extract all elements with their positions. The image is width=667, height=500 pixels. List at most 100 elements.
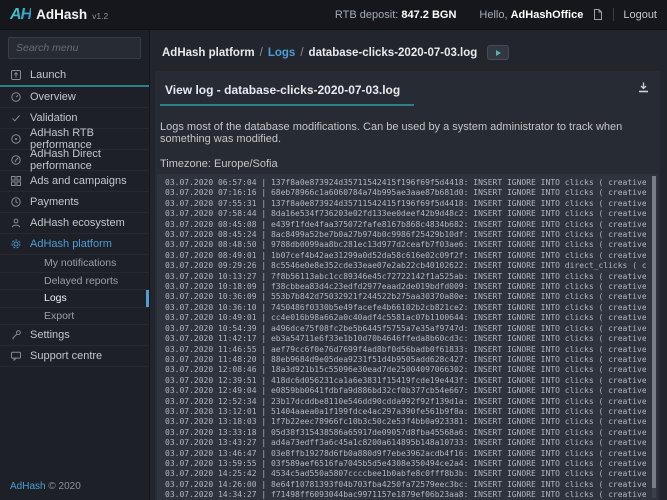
- sidebar-item-overview[interactable]: Overview: [0, 87, 149, 108]
- sidebar-footer: AdHash © 2020: [10, 481, 81, 492]
- log-lines: 03.07.2020 06:57:04 | 137f8a0e873924d357…: [165, 178, 646, 500]
- topbar: AH AdHash v1.2 RTB deposit: 847.2 BGN He…: [0, 0, 667, 30]
- log-line: 03.07.2020 12:49:04 | e0859bb0641fdbfa9d…: [165, 386, 646, 396]
- log-line: 03.07.2020 10:49:01 | cc4e016b98a662a0c4…: [165, 313, 646, 323]
- log-line: 03.07.2020 12:52:34 | 23b17dcddbe8110e54…: [165, 397, 646, 407]
- log-line: 03.07.2020 11:48:20 | 88eb9684d9e05dea92…: [165, 355, 646, 365]
- sidebar-item-validation[interactable]: Validation: [0, 108, 149, 129]
- breadcrumb-current-file: database-clicks-2020-07-03.log: [309, 47, 478, 59]
- log-line: 03.07.2020 12:08:46 | 18a3d921b15c55096e…: [165, 365, 646, 375]
- log-line: 03.07.2020 13:43:27 | ad4a73edff3a6c45a1…: [165, 438, 646, 448]
- sidebar-item-adhash-ecosystem[interactable]: AdHash ecosystem: [0, 213, 149, 234]
- play-icon: [496, 50, 501, 56]
- timezone-label: Timezone:: [160, 158, 211, 170]
- sidebar-item-ads-and-campaigns[interactable]: Ads and campaigns: [0, 171, 149, 192]
- platform-icon: [10, 238, 22, 250]
- validation-icon: [10, 112, 22, 124]
- sidebar-item-label: Validation: [30, 112, 78, 124]
- log-line: 03.07.2020 09:29:26 | 8c5546e0e8e352cde3…: [165, 261, 646, 271]
- log-line: 03.07.2020 13:46:47 | 03e8ffb19278d6fb0a…: [165, 449, 646, 459]
- log-line: 03.07.2020 08:48:50 | 9788db0099aa8bc281…: [165, 240, 646, 250]
- page-title: View log - database-clicks-2020-07-03.lo…: [160, 83, 414, 106]
- ads-campaigns-icon: [10, 175, 22, 187]
- log-line: 03.07.2020 11:42:17 | eb3a54711e6f33e1b1…: [165, 334, 646, 344]
- sidebar-item-label: Support centre: [30, 350, 102, 362]
- sidebar-item-support-centre[interactable]: Support centre: [0, 346, 149, 367]
- launch-icon: [10, 69, 22, 81]
- log-line: 03.07.2020 07:58:44 | 8da16e534f736203e0…: [165, 209, 646, 219]
- sidebar-item-label: AdHash ecosystem: [30, 217, 125, 229]
- log-line: 03.07.2020 10:36:09 | 553b7b842d75032921…: [165, 292, 646, 302]
- sidebar-item-label: AdHash platform: [30, 238, 112, 250]
- ecosystem-icon: [10, 217, 22, 229]
- sidebar-item-adhash-direct-performance[interactable]: AdHash Direct performance: [0, 150, 149, 171]
- sidebar: Launch Overview Validation AdHash RTB perfo…: [0, 30, 150, 500]
- rtb-deposit: RTB deposit: 847.2 BGN: [335, 9, 456, 21]
- sidebar-item-adhash-rtb-performance[interactable]: AdHash RTB performance: [0, 129, 149, 150]
- sidebar-item-label: Ads and campaigns: [30, 175, 127, 187]
- rtb-deposit-label: RTB deposit:: [335, 9, 398, 21]
- log-description: Logs most of the database modifications.…: [160, 121, 650, 145]
- log-line: 03.07.2020 13:33:18 | 05d38f315438586a65…: [165, 428, 646, 438]
- breadcrumb-separator: /: [300, 47, 303, 59]
- logo-mark-icon: AH: [10, 6, 31, 24]
- download-log-button[interactable]: [637, 81, 650, 94]
- sidebar-item-label: Payments: [30, 196, 79, 208]
- sidebar-menu: Launch Overview Validation AdHash RTB perfo…: [0, 65, 149, 367]
- log-line: 03.07.2020 08:49:01 | 1b07cef4b42ae31299…: [165, 251, 646, 261]
- sidebar-item-label: Settings: [30, 329, 70, 341]
- main-content: AdHash platform / Logs / database-clicks…: [150, 30, 667, 500]
- footer-copyright: © 2020: [48, 481, 80, 492]
- tutorial-video-button[interactable]: [487, 45, 509, 60]
- log-line: 03.07.2020 13:59:55 | 03f589aef6516fa704…: [165, 459, 646, 469]
- sidebar-item-payments[interactable]: Payments: [0, 192, 149, 213]
- direct-performance-icon: [10, 154, 22, 166]
- logout-button[interactable]: Logout: [623, 9, 657, 21]
- rtb-performance-icon: [10, 133, 22, 145]
- log-line: 03.07.2020 10:54:39 | a496dce75f08fc2be5…: [165, 324, 646, 334]
- log-scrollbar-thumb[interactable]: [652, 176, 656, 488]
- timezone: Timezone: Europe/Sofia: [160, 158, 650, 170]
- username: AdHashOffice: [511, 9, 584, 21]
- payments-icon: [10, 196, 22, 208]
- log-viewer[interactable]: 03.07.2020 06:57:04 | 137f8a0e873924d357…: [157, 174, 658, 500]
- log-line: 03.07.2020 13:18:03 | 1f7b22eec78966fc10…: [165, 417, 646, 427]
- log-line: 03.07.2020 10:18:09 | f38cbbea83d4c23edf…: [165, 282, 646, 292]
- log-line: 03.07.2020 14:34:27 | f71498ff6093044bac…: [165, 490, 646, 500]
- breadcrumb-section: AdHash platform: [162, 47, 255, 59]
- breadcrumb-logs-link[interactable]: Logs: [268, 47, 295, 59]
- search-input[interactable]: [8, 37, 141, 59]
- support-icon: [10, 350, 22, 362]
- log-line: 03.07.2020 14:25:42 | 4534c5ad550a5807cc…: [165, 469, 646, 479]
- footer-brand-link[interactable]: AdHash: [10, 481, 46, 492]
- topbar-divider: [613, 8, 614, 21]
- sidebar-subitem-delayed-reports[interactable]: Delayed reports: [0, 273, 149, 291]
- log-line: 03.07.2020 14:26:00 | 8e64f10781393f04b7…: [165, 480, 646, 490]
- log-line: 03.07.2020 07:55:31 | 137f8a0e873924d357…: [165, 199, 646, 209]
- sidebar-item-launch[interactable]: Launch: [0, 65, 149, 87]
- overview-icon: [10, 91, 22, 103]
- app-logo[interactable]: AH AdHash v1.2: [10, 6, 108, 24]
- sidebar-item-label: Overview: [30, 91, 76, 103]
- log-line: 03.07.2020 10:36:10 | 7450486f0330b5e49f…: [165, 303, 646, 313]
- log-line: 03.07.2020 12:39:51 | 418dc6d056231ca1a6…: [165, 376, 646, 386]
- breadcrumb: AdHash platform / Logs / database-clicks…: [150, 30, 667, 71]
- settings-icon: [10, 329, 22, 341]
- document-icon[interactable]: [592, 8, 604, 21]
- log-scrollbar[interactable]: [652, 176, 656, 498]
- rtb-deposit-value: 847.2 BGN: [401, 9, 456, 21]
- breadcrumb-separator: /: [260, 47, 263, 59]
- sidebar-subitem-export[interactable]: Export: [0, 308, 149, 326]
- sidebar-subitem-my-notifications[interactable]: My notifications: [0, 255, 149, 273]
- timezone-value: Europe/Sofia: [214, 158, 278, 170]
- sidebar-item-settings[interactable]: Settings: [0, 325, 149, 346]
- user-greeting: Hello, AdHashOffice: [479, 9, 583, 21]
- sidebar-subitem-logs[interactable]: Logs: [0, 290, 149, 308]
- log-line: 03.07.2020 13:12:01 | 51404aaea0a1f199fd…: [165, 407, 646, 417]
- log-line: 03.07.2020 11:46:55 | aef79cc6f0e76d7699…: [165, 345, 646, 355]
- sidebar-item-label: AdHash Direct performance: [30, 148, 139, 172]
- log-line: 03.07.2020 07:16:16 | 68eb78966c1a606078…: [165, 188, 646, 198]
- view-log-panel: View log - database-clicks-2020-07-03.lo…: [155, 71, 660, 500]
- logo-text: AdHash: [36, 7, 87, 22]
- sidebar-item-adhash-platform[interactable]: AdHash platform: [0, 234, 149, 255]
